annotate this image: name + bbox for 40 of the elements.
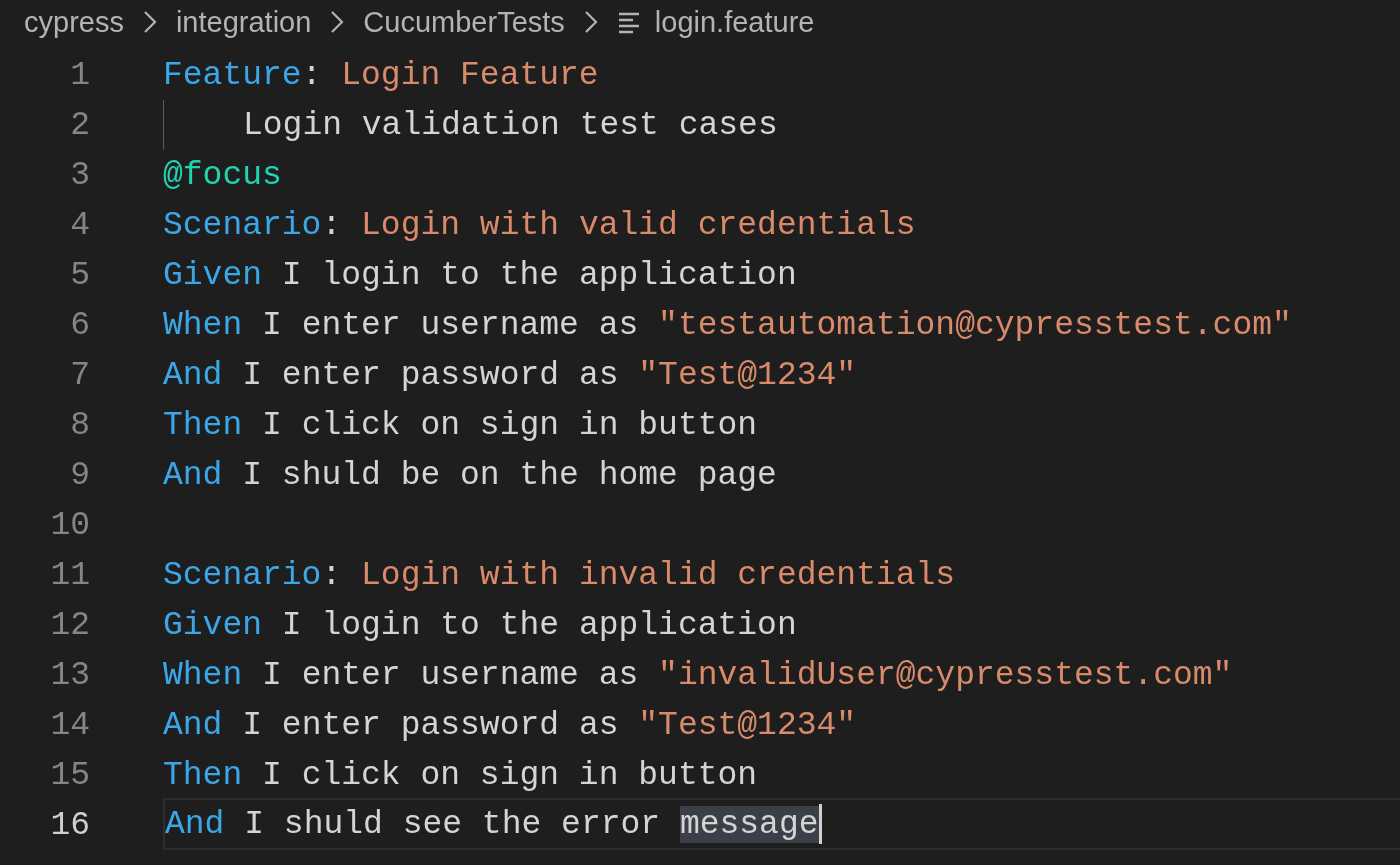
line-number: 12 — [49, 606, 90, 644]
code-line: And I enter password as "Test@1234" — [163, 706, 857, 744]
code-line: When I enter username as "invalidUser@cypresstest.com" — [163, 656, 1233, 694]
file-lines-icon — [616, 10, 641, 34]
code-line: @focus — [163, 156, 282, 194]
line-number: 5 — [69, 256, 90, 294]
code-line: Then I click on sign in button — [163, 756, 758, 794]
code-line: And I shuld see the error message — [165, 805, 819, 843]
breadcrumb-item[interactable]: integration — [175, 5, 312, 39]
code-line: When I enter username as "testautomation@cypresstest.com" — [163, 306, 1292, 344]
code-line: Scenario: Login with invalid credentials — [163, 556, 956, 594]
breadcrumb-item[interactable]: CucumberTests — [363, 5, 565, 39]
code-line: Login validation test cases — [243, 106, 778, 144]
line-number: 4 — [69, 206, 90, 244]
line-number: 1 — [69, 56, 90, 94]
code-line: Then I click on sign in button — [163, 406, 758, 444]
chevron-right-icon — [141, 9, 158, 35]
chevron-right-icon — [582, 9, 599, 35]
line-number: 11 — [49, 556, 90, 594]
text-cursor — [818, 804, 822, 844]
line-number: 13 — [49, 656, 90, 694]
breadcrumb-item[interactable]: login.feature — [654, 5, 815, 39]
line-number: 6 — [69, 306, 90, 344]
code-line: Given I login to the application — [163, 606, 797, 644]
line-number: 7 — [69, 356, 90, 394]
code-line: And I enter password as "Test@1234" — [163, 356, 857, 394]
line-number: 10 — [49, 506, 90, 544]
line-number: 8 — [69, 406, 90, 444]
code-line: Feature: Login Feature — [163, 56, 599, 94]
breadcrumb-item[interactable]: cypress — [24, 5, 124, 39]
line-number: 2 — [69, 106, 90, 144]
line-number: 14 — [49, 706, 90, 744]
line-number: 9 — [69, 456, 90, 494]
chevron-right-icon — [329, 9, 346, 35]
line-number: 16 — [49, 806, 90, 844]
line-number: 15 — [49, 756, 90, 794]
code-line: Given I login to the application — [163, 256, 797, 294]
line-number: 3 — [69, 156, 90, 194]
code-line: Scenario: Login with valid credentials — [163, 206, 916, 244]
code-line: And I shuld be on the home page — [163, 456, 777, 494]
